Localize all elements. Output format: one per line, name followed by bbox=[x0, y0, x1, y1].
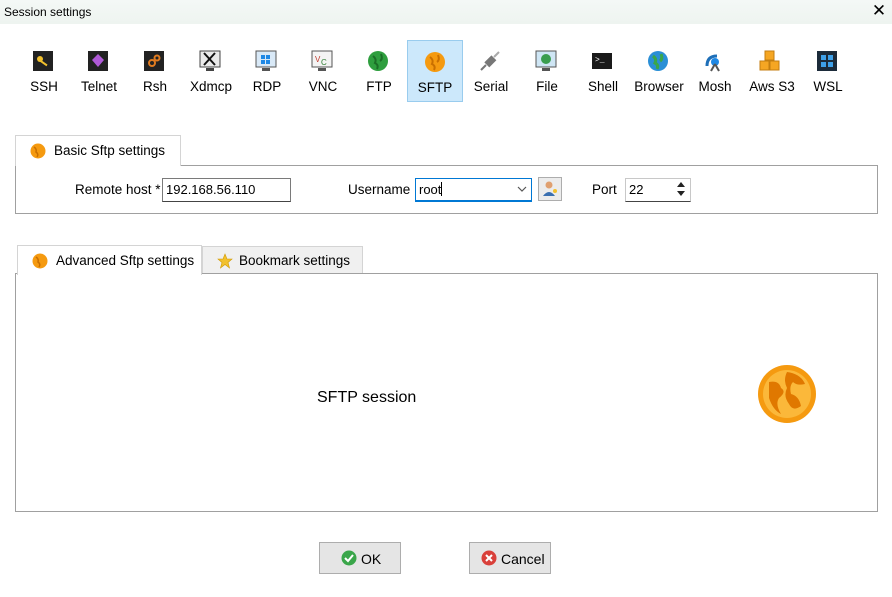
cancel-button[interactable]: Cancel bbox=[469, 542, 551, 574]
key-icon bbox=[33, 51, 53, 71]
remote-host-label: Remote host * bbox=[75, 182, 161, 197]
protocol-label: Aws S3 bbox=[749, 79, 795, 94]
user-key-icon bbox=[543, 181, 557, 196]
spin-up-icon[interactable] bbox=[677, 182, 685, 187]
tab-basic-sftp-settings[interactable]: Basic Sftp settings bbox=[15, 135, 181, 166]
text-caret bbox=[441, 182, 443, 196]
shell-terminal-icon: >_ bbox=[592, 53, 612, 69]
tab-label: Bookmark settings bbox=[239, 253, 351, 268]
rsh-icon bbox=[144, 51, 164, 71]
protocol-label: SFTP bbox=[417, 80, 453, 95]
serial-plug-icon bbox=[480, 51, 500, 71]
close-icon[interactable]: ✕ bbox=[870, 2, 888, 20]
protocol-label: VNC bbox=[308, 79, 338, 94]
protocol-label: Browser bbox=[634, 79, 684, 94]
svg-text:C: C bbox=[321, 58, 327, 67]
sftp-large-globe-icon bbox=[758, 365, 816, 423]
protocol-rdp[interactable]: RDP bbox=[239, 40, 295, 102]
protocol-label: Rsh bbox=[142, 79, 167, 94]
protocol-serial[interactable]: Serial bbox=[463, 40, 519, 102]
user-credentials-button[interactable] bbox=[538, 177, 562, 201]
file-monitor-icon bbox=[535, 50, 557, 71]
ok-button[interactable]: OK bbox=[319, 542, 401, 574]
rdp-icon bbox=[255, 50, 277, 71]
advanced-settings-panel: SFTP session bbox=[15, 273, 878, 512]
basic-settings-panel: Remote host * 192.168.56.110 Username ro… bbox=[15, 165, 878, 214]
protocol-telnet[interactable]: Telnet bbox=[71, 40, 127, 102]
protocol-ssh[interactable]: SSH bbox=[16, 40, 72, 102]
sftp-globe-icon bbox=[32, 253, 48, 269]
sftp-globe-icon bbox=[425, 52, 445, 72]
protocol-label: Xdmcp bbox=[189, 79, 233, 94]
protocol-vnc[interactable]: VC VNC bbox=[295, 40, 351, 102]
protocol-xdmcp[interactable]: Xdmcp bbox=[183, 40, 239, 102]
browser-globe-icon bbox=[648, 51, 668, 71]
cancel-label: Cancel bbox=[501, 551, 545, 567]
protocol-label: Mosh bbox=[698, 79, 732, 94]
protocol-shell[interactable]: >_ Shell bbox=[575, 40, 631, 102]
username-combobox[interactable]: root bbox=[415, 178, 532, 202]
protocol-sftp[interactable]: SFTP bbox=[407, 40, 463, 102]
check-circle-icon bbox=[341, 550, 357, 566]
protocol-label: File bbox=[536, 79, 558, 94]
protocol-label: FTP bbox=[366, 79, 392, 94]
protocol-label: Serial bbox=[473, 79, 509, 94]
protocol-ftp[interactable]: FTP bbox=[351, 40, 407, 102]
protocol-aws-s3[interactable]: Aws S3 bbox=[743, 40, 801, 102]
session-type-text: SFTP session bbox=[317, 389, 417, 406]
protocol-label: Telnet bbox=[80, 79, 118, 94]
window-title: Session settings bbox=[4, 5, 92, 19]
ok-label: OK bbox=[361, 551, 382, 567]
port-spinbox[interactable]: 22 bbox=[625, 178, 691, 202]
protocol-wsl[interactable]: WSL bbox=[800, 40, 856, 102]
protocol-browser[interactable]: Browser bbox=[631, 40, 687, 102]
protocol-label: SSH bbox=[30, 79, 58, 94]
protocol-mosh[interactable]: Mosh bbox=[687, 40, 743, 102]
port-label: Port bbox=[592, 182, 617, 197]
xdmcp-icon bbox=[199, 50, 221, 71]
star-icon bbox=[217, 253, 233, 269]
cancel-circle-icon bbox=[481, 550, 497, 566]
username-value: root bbox=[419, 182, 442, 197]
protocol-label: Shell bbox=[587, 79, 619, 94]
windows-icon bbox=[817, 51, 837, 71]
title-bar: Session settings ✕ bbox=[0, 0, 892, 24]
protocol-file[interactable]: File bbox=[519, 40, 575, 102]
ftp-globe-icon bbox=[368, 51, 388, 71]
svg-text:>_: >_ bbox=[595, 56, 605, 65]
protocol-label: WSL bbox=[813, 79, 843, 94]
protocol-rsh[interactable]: Rsh bbox=[127, 40, 183, 102]
vnc-icon: VC bbox=[311, 50, 333, 71]
tab-label: Basic Sftp settings bbox=[54, 143, 166, 158]
remote-host-value: 192.168.56.110 bbox=[166, 182, 256, 197]
chevron-down-icon[interactable] bbox=[517, 186, 527, 192]
remote-host-input[interactable]: 192.168.56.110 bbox=[162, 178, 291, 202]
aws-cubes-icon bbox=[759, 50, 780, 71]
tab-bookmark-settings[interactable]: Bookmark settings bbox=[202, 246, 363, 274]
spin-down-icon[interactable] bbox=[677, 191, 685, 196]
tab-label: Advanced Sftp settings bbox=[56, 253, 195, 268]
telnet-icon bbox=[88, 51, 108, 71]
mosh-antenna-icon bbox=[705, 54, 720, 72]
tab-advanced-sftp-settings[interactable]: Advanced Sftp settings bbox=[17, 245, 202, 275]
port-value: 22 bbox=[629, 182, 644, 197]
sftp-globe-icon bbox=[30, 143, 46, 159]
protocol-label: RDP bbox=[252, 79, 282, 94]
username-label: Username bbox=[348, 182, 411, 197]
